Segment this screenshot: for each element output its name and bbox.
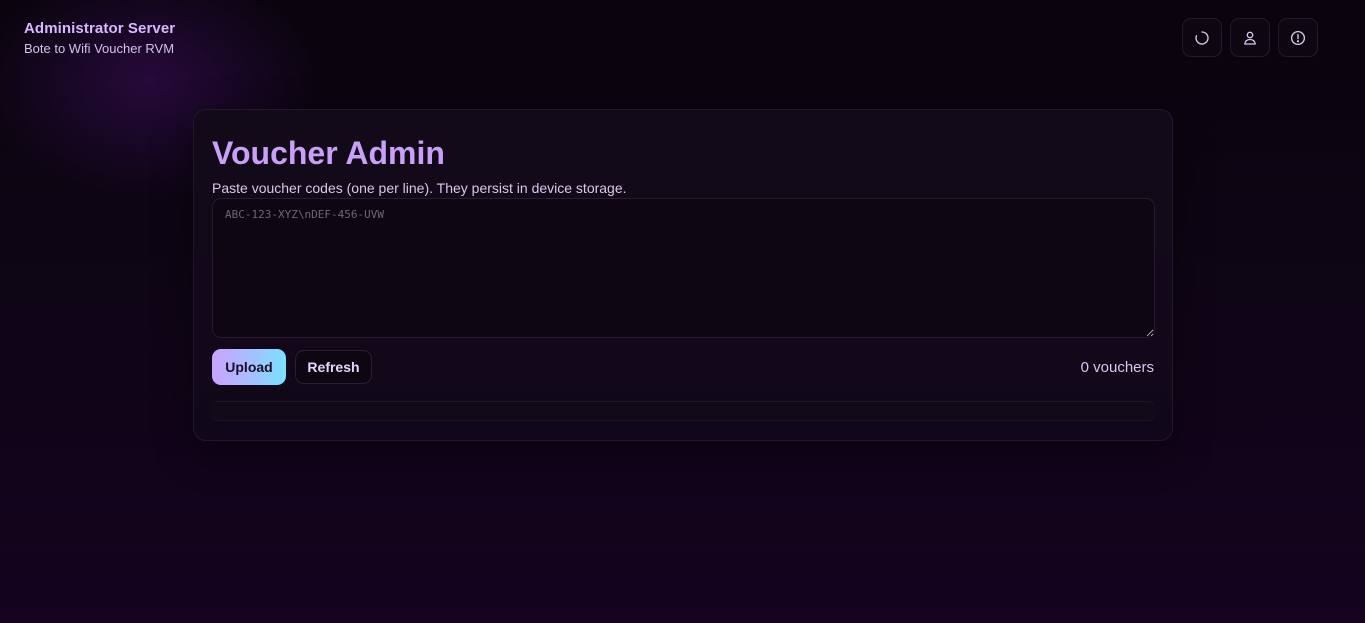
refresh-list-button[interactable]: Refresh — [295, 350, 372, 384]
info-button[interactable] — [1278, 18, 1318, 57]
upload-button[interactable]: Upload — [212, 349, 286, 385]
header-actions — [1182, 18, 1318, 57]
voucher-list — [212, 401, 1155, 421]
refresh-button[interactable] — [1182, 18, 1222, 57]
page-title: Voucher Admin — [212, 135, 445, 171]
brand: Administrator Server Bote to Wifi Vouche… — [24, 20, 175, 57]
card-description: Paste voucher codes (one per line). They… — [212, 180, 627, 196]
refresh-icon — [1195, 30, 1209, 45]
user-icon — [1244, 31, 1256, 45]
voucher-admin-card: Voucher Admin Paste voucher codes (one p… — [193, 109, 1173, 441]
alert-circle-icon — [1290, 30, 1306, 45]
app-title: Administrator Server — [24, 20, 176, 37]
user-button[interactable] — [1230, 18, 1270, 57]
voucher-codes-input[interactable] — [212, 198, 1155, 338]
voucher-count: 0 vouchers — [1080, 359, 1154, 376]
app-subtitle: Bote to Wifi Voucher RVM — [24, 41, 175, 56]
